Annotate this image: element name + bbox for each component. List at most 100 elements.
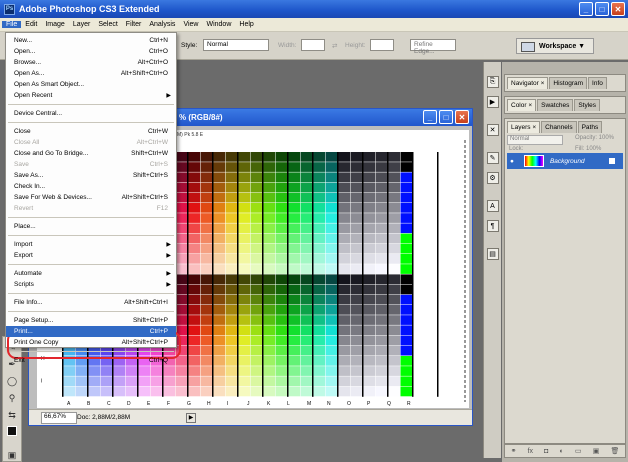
menu-item-label: Automate — [14, 270, 42, 277]
color-patch — [263, 274, 275, 285]
menu-window[interactable]: Window — [202, 21, 235, 28]
file-menu-item-revert[interactable]: Revert F12 — [6, 203, 176, 214]
tab-styles[interactable]: Styles — [574, 99, 601, 111]
file-menu-item-new[interactable]: New... Ctrl+N — [6, 35, 176, 46]
menu-file[interactable]: File — [2, 21, 22, 28]
file-menu-item-file-info[interactable]: File Info... Alt+Shift+Ctrl+I — [6, 297, 176, 308]
file-menu-item-print[interactable]: Print... Ctrl+P — [6, 326, 176, 337]
color-patch — [325, 315, 338, 325]
blend-mode-select[interactable]: Normal — [507, 135, 563, 145]
file-menu-item-scripts[interactable]: Scripts ▶ — [6, 279, 176, 290]
actions-panel-icon[interactable]: ▶ — [486, 96, 499, 108]
adjustment-layer-icon[interactable]: ◐ — [560, 448, 564, 455]
doc-maximize-button[interactable]: □ — [439, 110, 453, 124]
menu-help[interactable]: Help — [235, 21, 257, 28]
foreground-color-swatch[interactable] — [7, 426, 17, 436]
zoom-tool-icon[interactable]: ⚲ — [5, 391, 19, 405]
width-field[interactable] — [301, 39, 325, 51]
status-menu-arrow-icon[interactable]: ▶ — [186, 412, 197, 423]
minimize-button[interactable]: _ — [579, 2, 593, 16]
tab-histogram[interactable]: Histogram — [549, 77, 588, 89]
color-patch — [275, 162, 288, 172]
color-patch — [225, 162, 238, 172]
quick-mask-icon[interactable]: ▣ — [5, 448, 19, 462]
file-menu-item-automate[interactable]: Automate ▶ — [6, 268, 176, 279]
swap-icon[interactable]: ⇄ — [332, 42, 337, 50]
file-menu-item-save-as[interactable]: Save As... Shift+Ctrl+S — [6, 170, 176, 181]
style-select[interactable]: Normal — [203, 39, 269, 51]
file-menu-item-open[interactable]: Open... Ctrl+O — [6, 46, 176, 57]
file-menu-item-open-as-smart-object[interactable]: Open As Smart Object... — [6, 79, 176, 90]
color-patch — [238, 152, 250, 162]
color-patch — [288, 325, 300, 336]
color-patch — [363, 376, 375, 387]
menu-layer[interactable]: Layer — [69, 21, 95, 28]
color-patch — [313, 284, 325, 295]
color-patch — [250, 356, 263, 366]
tab-swatches[interactable]: Swatches — [537, 99, 574, 111]
color-patch — [213, 162, 225, 172]
file-menu-item-export[interactable]: Export ▶ — [6, 250, 176, 261]
history-panel-icon[interactable]: ⎘ — [486, 76, 499, 88]
clone-source-icon[interactable]: ⚙ — [486, 172, 499, 184]
tab-color[interactable]: Color × — [507, 99, 537, 111]
file-menu-item-exit[interactable]: Exit Ctrl+Q — [6, 355, 176, 366]
menu-view[interactable]: View — [179, 21, 202, 28]
tab-channels[interactable]: Channels — [541, 121, 577, 133]
file-menu-item-close-and-go-to-bridge[interactable]: Close and Go To Bridge... Shift+Ctrl+W — [6, 148, 176, 159]
color-patch — [300, 294, 313, 305]
color-patch — [238, 345, 250, 356]
file-menu-item-import[interactable]: Import ▶ — [6, 239, 176, 250]
new-group-icon[interactable]: ▭ — [575, 447, 582, 455]
file-menu-item-open-recent[interactable]: Open Recent ▶ — [6, 90, 176, 101]
layer-comps-icon[interactable]: ▤ — [486, 248, 499, 260]
visibility-eye-icon[interactable]: ● — [510, 158, 514, 165]
file-menu-item-open-as[interactable]: Open As... Alt+Shift+Ctrl+O — [6, 68, 176, 79]
brushes-icon[interactable]: ✎ — [486, 152, 499, 164]
file-menu-item-close-all[interactable]: Close All Alt+Ctrl+W — [6, 137, 176, 148]
tab-navigator[interactable]: Navigator × — [507, 77, 549, 89]
close-button[interactable]: ✕ — [611, 2, 625, 16]
file-menu-item-close[interactable]: Close Ctrl+W — [6, 126, 176, 137]
color-patch — [238, 182, 250, 193]
color-patch — [200, 325, 213, 336]
dodge-tool-icon[interactable]: ◯ — [5, 374, 19, 388]
tab-info[interactable]: Info — [588, 77, 607, 89]
opacity-label[interactable]: Opacity: 100% — [575, 135, 614, 141]
file-menu-item-page-setup[interactable]: Page Setup... Shift+Ctrl+P — [6, 315, 176, 326]
file-menu-item-browse[interactable]: Browse... Alt+Ctrl+O — [6, 57, 176, 68]
file-menu-item-device-central[interactable]: Device Central... — [6, 108, 176, 119]
new-layer-icon[interactable]: ▣ — [593, 447, 600, 455]
layer-style-icon[interactable]: fx — [528, 448, 533, 455]
character-panel-icon[interactable]: A — [486, 200, 499, 212]
add-mask-icon[interactable]: ◘ — [544, 448, 548, 455]
file-menu-item-save[interactable]: Save Ctrl+S — [6, 159, 176, 170]
maximize-button[interactable]: □ — [595, 2, 609, 16]
color-patch — [188, 192, 200, 203]
refine-edge-button[interactable]: Refine Edge... — [410, 39, 456, 55]
menu-filter[interactable]: Filter — [122, 21, 146, 28]
file-menu-item-place[interactable]: Place... — [6, 221, 176, 232]
menu-select[interactable]: Select — [94, 21, 121, 28]
menu-image[interactable]: Image — [41, 21, 68, 28]
tab-layers[interactable]: Layers × — [507, 121, 541, 133]
file-menu-item-save-for-web-devices[interactable]: Save For Web & Devices... Alt+Shift+Ctrl+… — [6, 192, 176, 203]
layer-row-background[interactable]: ● Background — [507, 153, 623, 169]
doc-minimize-button[interactable]: _ — [423, 110, 437, 124]
tab-paths[interactable]: Paths — [577, 121, 603, 133]
doc-close-button[interactable]: ✕ — [455, 110, 469, 124]
tools-preset-icon[interactable]: ✕ — [486, 124, 499, 136]
delete-layer-icon[interactable]: 🗑 — [610, 447, 619, 455]
file-menu-item-print-one-copy[interactable]: Print One Copy Alt+Shift+Ctrl+P — [6, 337, 176, 348]
link-layers-icon[interactable]: ⚭ — [511, 447, 517, 455]
zoom-field[interactable]: 66,67% — [41, 411, 77, 424]
file-menu-item-check-in[interactable]: Check In... — [6, 181, 176, 192]
color-patch — [213, 356, 225, 366]
height-field[interactable] — [370, 39, 394, 51]
fill-label[interactable]: Fill: 100% — [575, 146, 601, 152]
menu-analysis[interactable]: Analysis — [145, 21, 179, 28]
color-swap-icon[interactable]: ⇆ — [5, 408, 19, 422]
workspace-button[interactable]: Workspace ▼ — [516, 38, 594, 54]
menu-edit[interactable]: Edit — [21, 21, 41, 28]
paragraph-panel-icon[interactable]: ¶ — [486, 220, 499, 232]
